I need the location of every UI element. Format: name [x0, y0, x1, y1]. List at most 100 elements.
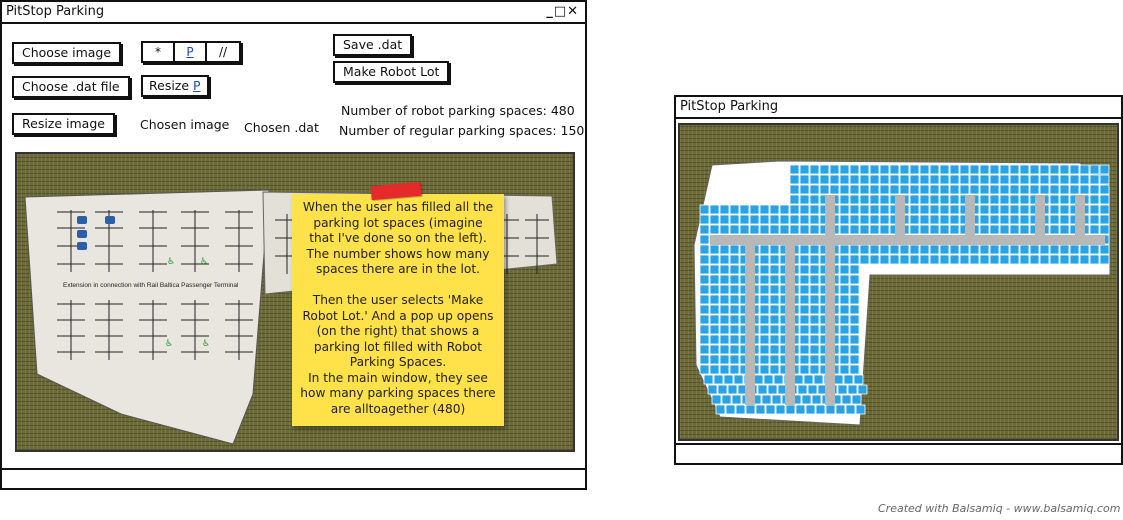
robot-space: [999, 184, 1010, 195]
robot-space: [1009, 164, 1020, 175]
robot-space: [759, 274, 770, 285]
robot-space: [729, 324, 740, 335]
robot-space: [1029, 254, 1040, 265]
regular-spaces-count: Number of regular parking spaces: 150: [339, 123, 585, 138]
robot-space: [839, 264, 850, 275]
robot-space: [719, 274, 730, 285]
robot-space: [811, 394, 822, 405]
robot-space: [949, 194, 960, 205]
segment-parking[interactable]: P: [175, 43, 207, 61]
robot-space: [729, 344, 740, 355]
robot-space: [879, 244, 890, 255]
robot-space: [1099, 194, 1110, 205]
robot-space: [759, 224, 770, 235]
robot-space: [1049, 164, 1060, 175]
robot-space: [769, 364, 780, 375]
robot-space: [1039, 254, 1050, 265]
make-robot-lot-button[interactable]: Make Robot Lot: [333, 61, 450, 83]
chosen-dat-label: Chosen .dat: [244, 120, 319, 135]
resize-image-button[interactable]: Resize image: [12, 113, 115, 135]
robot-space: [1059, 224, 1070, 235]
robot-space: [1059, 214, 1070, 225]
robot-space: [1059, 204, 1070, 215]
robot-space: [719, 254, 730, 265]
parking-lot-image[interactable]: ♿ ♿ ♿ ♿ Extension in connection with Rail B…: [15, 152, 575, 452]
resize-p-button[interactable]: Resize P: [141, 75, 209, 97]
robot-space: [709, 304, 720, 315]
robot-space: [919, 204, 930, 215]
robot-space: [839, 314, 850, 325]
robot-space: [979, 174, 990, 185]
robot-space: [1009, 184, 1020, 195]
robot-space: [793, 374, 804, 385]
robot-space: [979, 244, 990, 255]
robot-space: [739, 214, 750, 225]
robot-space: [1009, 224, 1020, 235]
robot-space: [799, 254, 810, 265]
robot-space: [819, 174, 830, 185]
robot-space: [1059, 184, 1070, 195]
robot-space: [769, 214, 780, 225]
segment-slashes[interactable]: //: [207, 43, 239, 61]
robot-space: [749, 204, 760, 215]
robot-space: [1089, 194, 1100, 205]
choose-image-button[interactable]: Choose image: [12, 42, 122, 64]
robot-space: [909, 224, 920, 235]
robot-space: [859, 214, 870, 225]
robot-space: [939, 214, 950, 225]
robot-space: [1099, 224, 1110, 235]
robot-space: [959, 174, 970, 185]
robot-space: [759, 264, 770, 275]
robot-space: [1089, 244, 1100, 255]
robot-space: [1019, 254, 1030, 265]
robot-space: [929, 194, 940, 205]
robot-space: [799, 164, 810, 175]
robot-space: [709, 264, 720, 275]
robot-space: [799, 214, 810, 225]
robot-space: [929, 224, 940, 235]
robot-space: [1059, 174, 1070, 185]
robot-space: [1019, 174, 1030, 185]
robot-space: [719, 264, 730, 275]
robot-space: [879, 184, 890, 195]
segment-star[interactable]: *: [143, 43, 175, 61]
robot-space: [801, 394, 812, 405]
choose-dat-button[interactable]: Choose .dat file: [12, 76, 130, 98]
aisle: [745, 245, 755, 405]
robot-space: [849, 174, 860, 185]
robot-space: [699, 234, 710, 245]
robot-space: [809, 304, 820, 315]
robot-space: [719, 334, 730, 345]
robot-space: [869, 214, 880, 225]
robot-space: [919, 214, 930, 225]
robot-space: [849, 314, 860, 325]
robot-space: [1099, 204, 1110, 215]
robot-space: [869, 244, 880, 255]
robot-space: [919, 174, 930, 185]
robot-space: [979, 164, 990, 175]
robot-space: [839, 324, 850, 335]
robot-space: [1049, 254, 1060, 265]
robot-space: [869, 164, 880, 175]
robot-space: [939, 194, 950, 205]
robot-space: [839, 334, 850, 345]
robot-space: [809, 204, 820, 215]
robot-space: [889, 244, 900, 255]
robot-space: [809, 214, 820, 225]
robot-space: [809, 294, 820, 305]
chosen-image-label: Chosen image: [140, 117, 230, 132]
robot-space: [845, 404, 856, 415]
robot-space: [799, 224, 810, 235]
robot-space: [759, 364, 770, 375]
robot-space: [869, 224, 880, 235]
robot-space: [929, 174, 940, 185]
robot-space: [749, 214, 760, 225]
save-dat-button[interactable]: Save .dat: [333, 34, 413, 56]
aisle: [785, 245, 795, 405]
popup-title: PitStop Parking: [680, 99, 779, 114]
window-controls[interactable]: _□✕: [546, 2, 579, 22]
robot-space: [729, 334, 740, 345]
robot-space: [1089, 224, 1100, 235]
robot-space: [789, 204, 800, 215]
robot-space: [729, 274, 740, 285]
